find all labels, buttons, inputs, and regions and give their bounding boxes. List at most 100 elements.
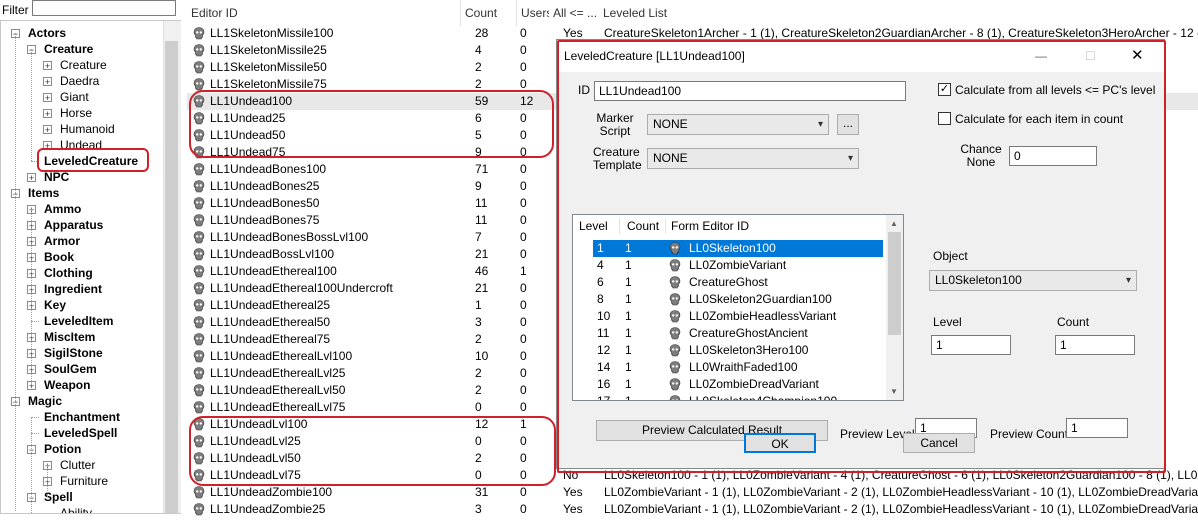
cell-editor-id: LL1SkeletonMissile25	[210, 43, 327, 57]
tree-item-label: Clutter	[60, 458, 96, 472]
cell-count: 11	[475, 196, 488, 210]
column-header-editor-id[interactable]: Editor ID	[187, 0, 461, 26]
creature-icon	[193, 486, 205, 499]
tree-connector	[31, 417, 39, 418]
creature-icon	[193, 401, 205, 414]
tree-item-label: SoulGem	[44, 362, 97, 376]
tree-item-label: Creature	[60, 58, 107, 72]
tree-item-label: Apparatus	[44, 218, 104, 232]
tree-item-label: Weapon	[44, 378, 91, 392]
expand-icon[interactable]: +	[43, 93, 52, 103]
creature-icon	[193, 299, 205, 312]
cell-count: 46	[475, 264, 489, 278]
column-header-count[interactable]: Count	[461, 0, 517, 26]
creature-icon	[193, 282, 205, 295]
cell-editor-id: LL1UndeadEtherealLvl75	[210, 400, 346, 414]
cell-editor-id: LL1UndeadEtherealLvl50	[210, 383, 346, 397]
cell-users: 0	[520, 502, 527, 516]
cell-count: 2	[475, 332, 482, 346]
cell-count: 21	[475, 247, 489, 261]
tree-item-label: Ammo	[44, 202, 82, 216]
cell-count: 71	[475, 162, 489, 176]
expand-icon[interactable]: +	[43, 77, 52, 87]
cell-count: 3	[475, 315, 482, 329]
cell-count: 2	[475, 60, 482, 74]
cell-users: 0	[520, 247, 527, 261]
cell-users: 0	[520, 213, 527, 227]
cell-users: 0	[520, 281, 527, 295]
cell-editor-id: LL1UndeadBones75	[210, 213, 320, 227]
creature-icon	[193, 44, 205, 57]
tree-item-label: Potion	[44, 442, 82, 456]
tree-connector	[31, 209, 32, 385]
tree-item-label: Furniture	[60, 474, 109, 488]
cell-count: 21	[475, 281, 489, 295]
creature-icon	[193, 367, 205, 380]
tree-connector	[15, 193, 16, 417]
tree-item-label: LeveledItem	[44, 314, 114, 328]
tree-scrollbar-thumb[interactable]	[165, 41, 178, 513]
expand-icon[interactable]: +	[27, 173, 36, 183]
cell-editor-id: LL1UndeadEthereal100Undercroft	[210, 281, 393, 295]
creature-icon	[193, 503, 205, 516]
cell-leveled-list: LL0ZombieVariant - 1 (1), LL0ZombieVaria…	[604, 502, 1198, 516]
cell-editor-id: LL1UndeadBossLvl100	[210, 247, 335, 261]
table-row[interactable]: LL1UndeadZombie25 3 0 Yes LL0ZombieVariant -…	[187, 501, 1198, 518]
cell-count: 4	[475, 43, 482, 57]
tree-item-label: Spell	[44, 490, 73, 504]
cell-users: 0	[520, 485, 527, 499]
cell-users: 0	[520, 230, 527, 244]
cell-editor-id: LL1UndeadBonesBossLvl100	[210, 230, 369, 244]
table-row[interactable]: LL1UndeadZombie100 31 0 Yes LL0ZombieVariant…	[187, 484, 1198, 501]
creature-icon	[193, 27, 205, 40]
creature-icon	[193, 350, 205, 363]
creature-icon	[193, 316, 205, 329]
cell-users: 0	[520, 315, 527, 329]
cell-users: 0	[520, 60, 527, 74]
tree-item-label: Key	[44, 298, 67, 312]
tree-item-label: Magic	[28, 394, 63, 408]
tree-item-label: Ability	[60, 506, 93, 514]
expand-icon[interactable]: +	[43, 61, 52, 71]
cell-count: 28	[475, 26, 489, 40]
tree-connector	[31, 321, 39, 322]
column-header-all[interactable]: All <= ...	[549, 0, 601, 26]
cell-editor-id: LL1UndeadEthereal25	[210, 298, 331, 312]
expand-icon[interactable]: +	[43, 109, 52, 119]
cell-count: 3	[475, 502, 482, 516]
cell-count: 10	[475, 349, 489, 363]
tree-connector	[31, 433, 39, 434]
column-header-leveled-list[interactable]: Leveled List	[599, 0, 1198, 26]
cell-editor-id: LL1UndeadBones25	[210, 179, 320, 193]
tree-item-label: Horse	[60, 106, 93, 120]
cell-editor-id: LL1SkeletonMissile50	[210, 60, 327, 74]
creature-icon	[193, 384, 205, 397]
cell-editor-id: LL1UndeadEthereal75	[210, 332, 331, 346]
cell-count: 9	[475, 179, 482, 193]
cell-users: 0	[520, 332, 527, 346]
cell-editor-id: LL1UndeadEthereal100	[210, 264, 337, 278]
filter-input[interactable]	[32, 0, 176, 16]
cell-count: 2	[475, 383, 482, 397]
tree-connector	[31, 417, 32, 513]
tree-item-label: Enchantment	[44, 410, 121, 424]
cell-users: 1	[520, 264, 527, 278]
creature-icon	[193, 333, 205, 346]
tree-item-label: Ingredient	[44, 282, 103, 296]
tree-item-label: MiscItem	[44, 330, 96, 344]
cell-editor-id: LL1UndeadZombie25	[210, 502, 326, 516]
cell-editor-id: LL1UndeadBones50	[210, 196, 320, 210]
creature-icon	[193, 231, 205, 244]
tree-item-label: Actors	[28, 26, 67, 40]
creature-icon	[193, 61, 205, 74]
cell-users: 0	[520, 179, 527, 193]
cell-all: Yes	[563, 485, 583, 499]
creature-icon	[193, 197, 205, 210]
cell-users: 0	[520, 349, 527, 363]
cell-editor-id: LL1SkeletonMissile100	[210, 26, 334, 40]
expand-icon[interactable]: +	[43, 125, 52, 135]
creature-icon	[193, 180, 205, 193]
tree-connector	[15, 33, 16, 193]
tree-item-label: Daedra	[60, 74, 100, 88]
tree-connector	[31, 49, 32, 161]
